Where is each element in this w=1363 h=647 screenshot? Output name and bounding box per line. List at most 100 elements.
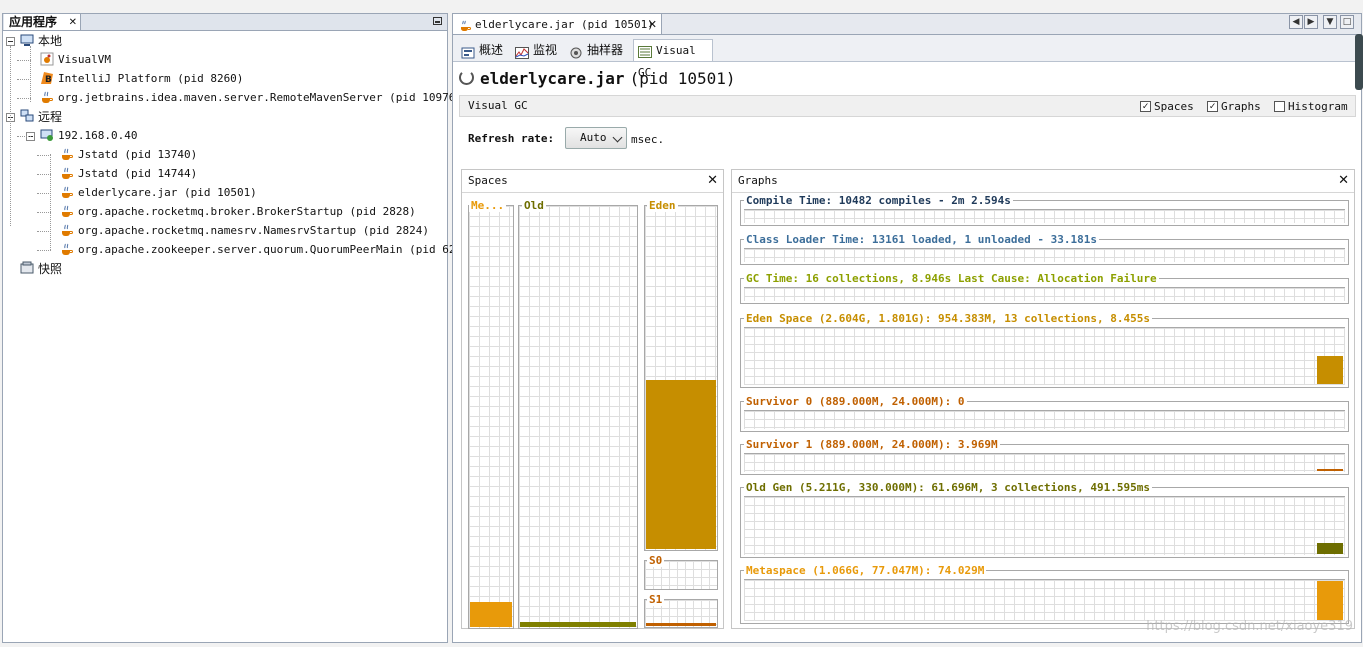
- tab-visual-gc[interactable]: Visual GC: [633, 39, 713, 79]
- tree-item-label: elderlycare.jar (pid 10501): [78, 186, 257, 199]
- refresh-rate-unit: msec.: [631, 133, 665, 146]
- metaspace-space: [468, 205, 514, 629]
- document-tab[interactable]: elderlycare.jar (pid 10501) ✕: [453, 14, 662, 34]
- applications-panel: 应用程序 ✕ 本地 VisualVM B IntelliJ Platform (pid…: [2, 13, 475, 643]
- graphs-checkbox[interactable]: ✓ Graphs: [1207, 100, 1261, 113]
- spaces-panel-header: Spaces ✕: [462, 170, 723, 193]
- network-icon: [20, 109, 34, 123]
- s1-label: S1: [647, 593, 665, 606]
- process-name: elderlycare.jar: [480, 69, 625, 88]
- close-icon[interactable]: ✕: [69, 14, 77, 31]
- tab-monitor[interactable]: 监视: [511, 39, 565, 61]
- visual-gc-title: Visual GC: [468, 99, 528, 112]
- tree-connector: [30, 46, 31, 102]
- checkbox-checked-icon: ✓: [1207, 100, 1218, 112]
- graph-plot: [744, 496, 1345, 555]
- maximize-icon[interactable]: □: [1340, 15, 1354, 29]
- minimize-icon[interactable]: [433, 17, 442, 25]
- loading-spinner-icon: [459, 70, 474, 85]
- snapshot-icon: [20, 261, 34, 275]
- tree-item-label: Jstatd (pid 13740): [78, 148, 198, 161]
- histogram-checkbox-label: Histogram: [1288, 100, 1348, 113]
- tree-item[interactable]: Jstatd (pid 14744): [60, 165, 197, 183]
- graph-row: GC Time: 16 collections, 8.946s Last Cau…: [740, 273, 1349, 304]
- tree-item[interactable]: 远程: [20, 108, 62, 126]
- collapse-toggle-icon[interactable]: [6, 37, 15, 46]
- tree-connector: [17, 60, 31, 61]
- close-icon[interactable]: ✕: [1338, 170, 1349, 192]
- graph-row: Survivor 0 (889.000M, 24.000M): 0: [740, 396, 1349, 432]
- tree-item[interactable]: VisualVM: [40, 51, 111, 69]
- remote-host-icon: [40, 128, 54, 142]
- tree-item[interactable]: Jstatd (pid 13740): [60, 146, 197, 164]
- tree-item[interactable]: org.apache.rocketmq.namesrv.NamesrvStart…: [60, 222, 429, 240]
- tab-applications[interactable]: 应用程序 ✕: [4, 14, 81, 30]
- scroll-left-icon[interactable]: ◀: [1289, 15, 1303, 29]
- checkbox-unchecked-icon: [1274, 100, 1285, 112]
- tree-item[interactable]: 192.168.0.40: [40, 127, 137, 145]
- scroll-right-icon[interactable]: ▶: [1304, 15, 1318, 29]
- tab-overview[interactable]: 概述: [457, 39, 511, 61]
- watermark: https://blog.csdn.net/xiaoye319: [1146, 619, 1353, 634]
- scrollbar-thumb[interactable]: [1355, 34, 1363, 90]
- close-icon[interactable]: ✕: [707, 170, 718, 192]
- graph-label: Class Loader Time: 13161 loaded, 1 unloa…: [744, 233, 1099, 246]
- java-icon: [40, 90, 54, 104]
- graph-label: Survivor 0 (889.000M, 24.000M): 0: [744, 395, 967, 408]
- graphs-panel-header: Graphs ✕: [732, 170, 1354, 193]
- tree-item[interactable]: org.apache.zookeeper.server.quorum.Quoru…: [60, 241, 475, 259]
- refresh-rate-select[interactable]: Auto: [565, 127, 627, 149]
- tree-item[interactable]: elderlycare.jar (pid 10501): [60, 184, 257, 202]
- graph-row: Compile Time: 10482 compiles - 2m 2.594s: [740, 195, 1349, 226]
- tree-item-label: 快照: [38, 262, 63, 276]
- java-icon: [60, 147, 74, 161]
- monitor-chart-icon: [515, 44, 529, 59]
- graphs-checkbox-label: Graphs: [1221, 100, 1261, 113]
- tree-connector: [17, 98, 31, 99]
- tab-sampler[interactable]: 抽样器: [565, 39, 631, 61]
- visual-gc-header: Visual GC ✓ Spaces ✓ Graphs Histogram: [459, 95, 1356, 117]
- tree-item-label: 远程: [38, 110, 63, 124]
- checkbox-checked-icon: ✓: [1140, 100, 1151, 112]
- old-fill: [520, 621, 636, 627]
- tab-list-icon[interactable]: ▼: [1323, 15, 1337, 29]
- tree-item[interactable]: B IntelliJ Platform (pid 8260): [40, 70, 243, 88]
- tree-connector: [37, 155, 51, 156]
- metaspace-label: Me...: [469, 199, 507, 212]
- chevron-down-icon: [612, 132, 623, 143]
- document-area: elderlycare.jar (pid 10501) ✕ ◀ ▶ ▼ □ 概述…: [452, 13, 1362, 643]
- tree-item[interactable]: 快照: [20, 260, 62, 278]
- tree-item-label: 192.168.0.40: [58, 129, 138, 142]
- spaces-checkbox[interactable]: ✓ Spaces: [1140, 100, 1194, 113]
- tree-item[interactable]: org.jetbrains.idea.maven.server.RemoteMa…: [40, 89, 462, 107]
- old-space: [518, 205, 638, 629]
- java-icon: [459, 18, 471, 32]
- java-icon: [60, 204, 74, 218]
- computer-icon: [20, 33, 34, 47]
- tree-connector: [37, 174, 51, 175]
- sampler-icon: [569, 44, 583, 58]
- tree-item[interactable]: org.apache.rocketmq.broker.BrokerStartup…: [60, 203, 416, 221]
- refresh-rate-value: Auto: [580, 131, 607, 144]
- tree-connector: [17, 136, 31, 137]
- tree-item[interactable]: 本地: [20, 32, 62, 50]
- histogram-checkbox[interactable]: Histogram: [1274, 100, 1348, 113]
- svg-text:B: B: [45, 75, 52, 85]
- java-icon: [60, 185, 74, 199]
- graph-plot: [744, 248, 1345, 262]
- spaces-panel: Spaces ✕ Me... Old Eden S0 S1: [461, 169, 724, 629]
- tree-item-label: IntelliJ Platform (pid 8260): [58, 72, 244, 85]
- close-tab-icon[interactable]: ✕: [648, 14, 657, 35]
- visual-gc-icon: [638, 44, 652, 58]
- tree-connector: [50, 154, 51, 250]
- graph-label: Survivor 1 (889.000M, 24.000M): 3.969M: [744, 438, 1000, 451]
- tree-connector: [37, 250, 51, 251]
- tree-connector: [17, 79, 31, 80]
- graph-bar: [1317, 355, 1343, 384]
- tree-item-label: Jstatd (pid 14744): [78, 167, 198, 180]
- document-tab-label: elderlycare.jar (pid 10501): [475, 18, 654, 31]
- graph-label: Metaspace (1.066G, 77.047M): 74.029M: [744, 564, 987, 577]
- java-icon: [60, 223, 74, 237]
- tree-item-label: org.apache.zookeeper.server.quorum.Quoru…: [78, 243, 476, 256]
- tree-item-label: org.apache.rocketmq.broker.BrokerStartup…: [78, 205, 416, 218]
